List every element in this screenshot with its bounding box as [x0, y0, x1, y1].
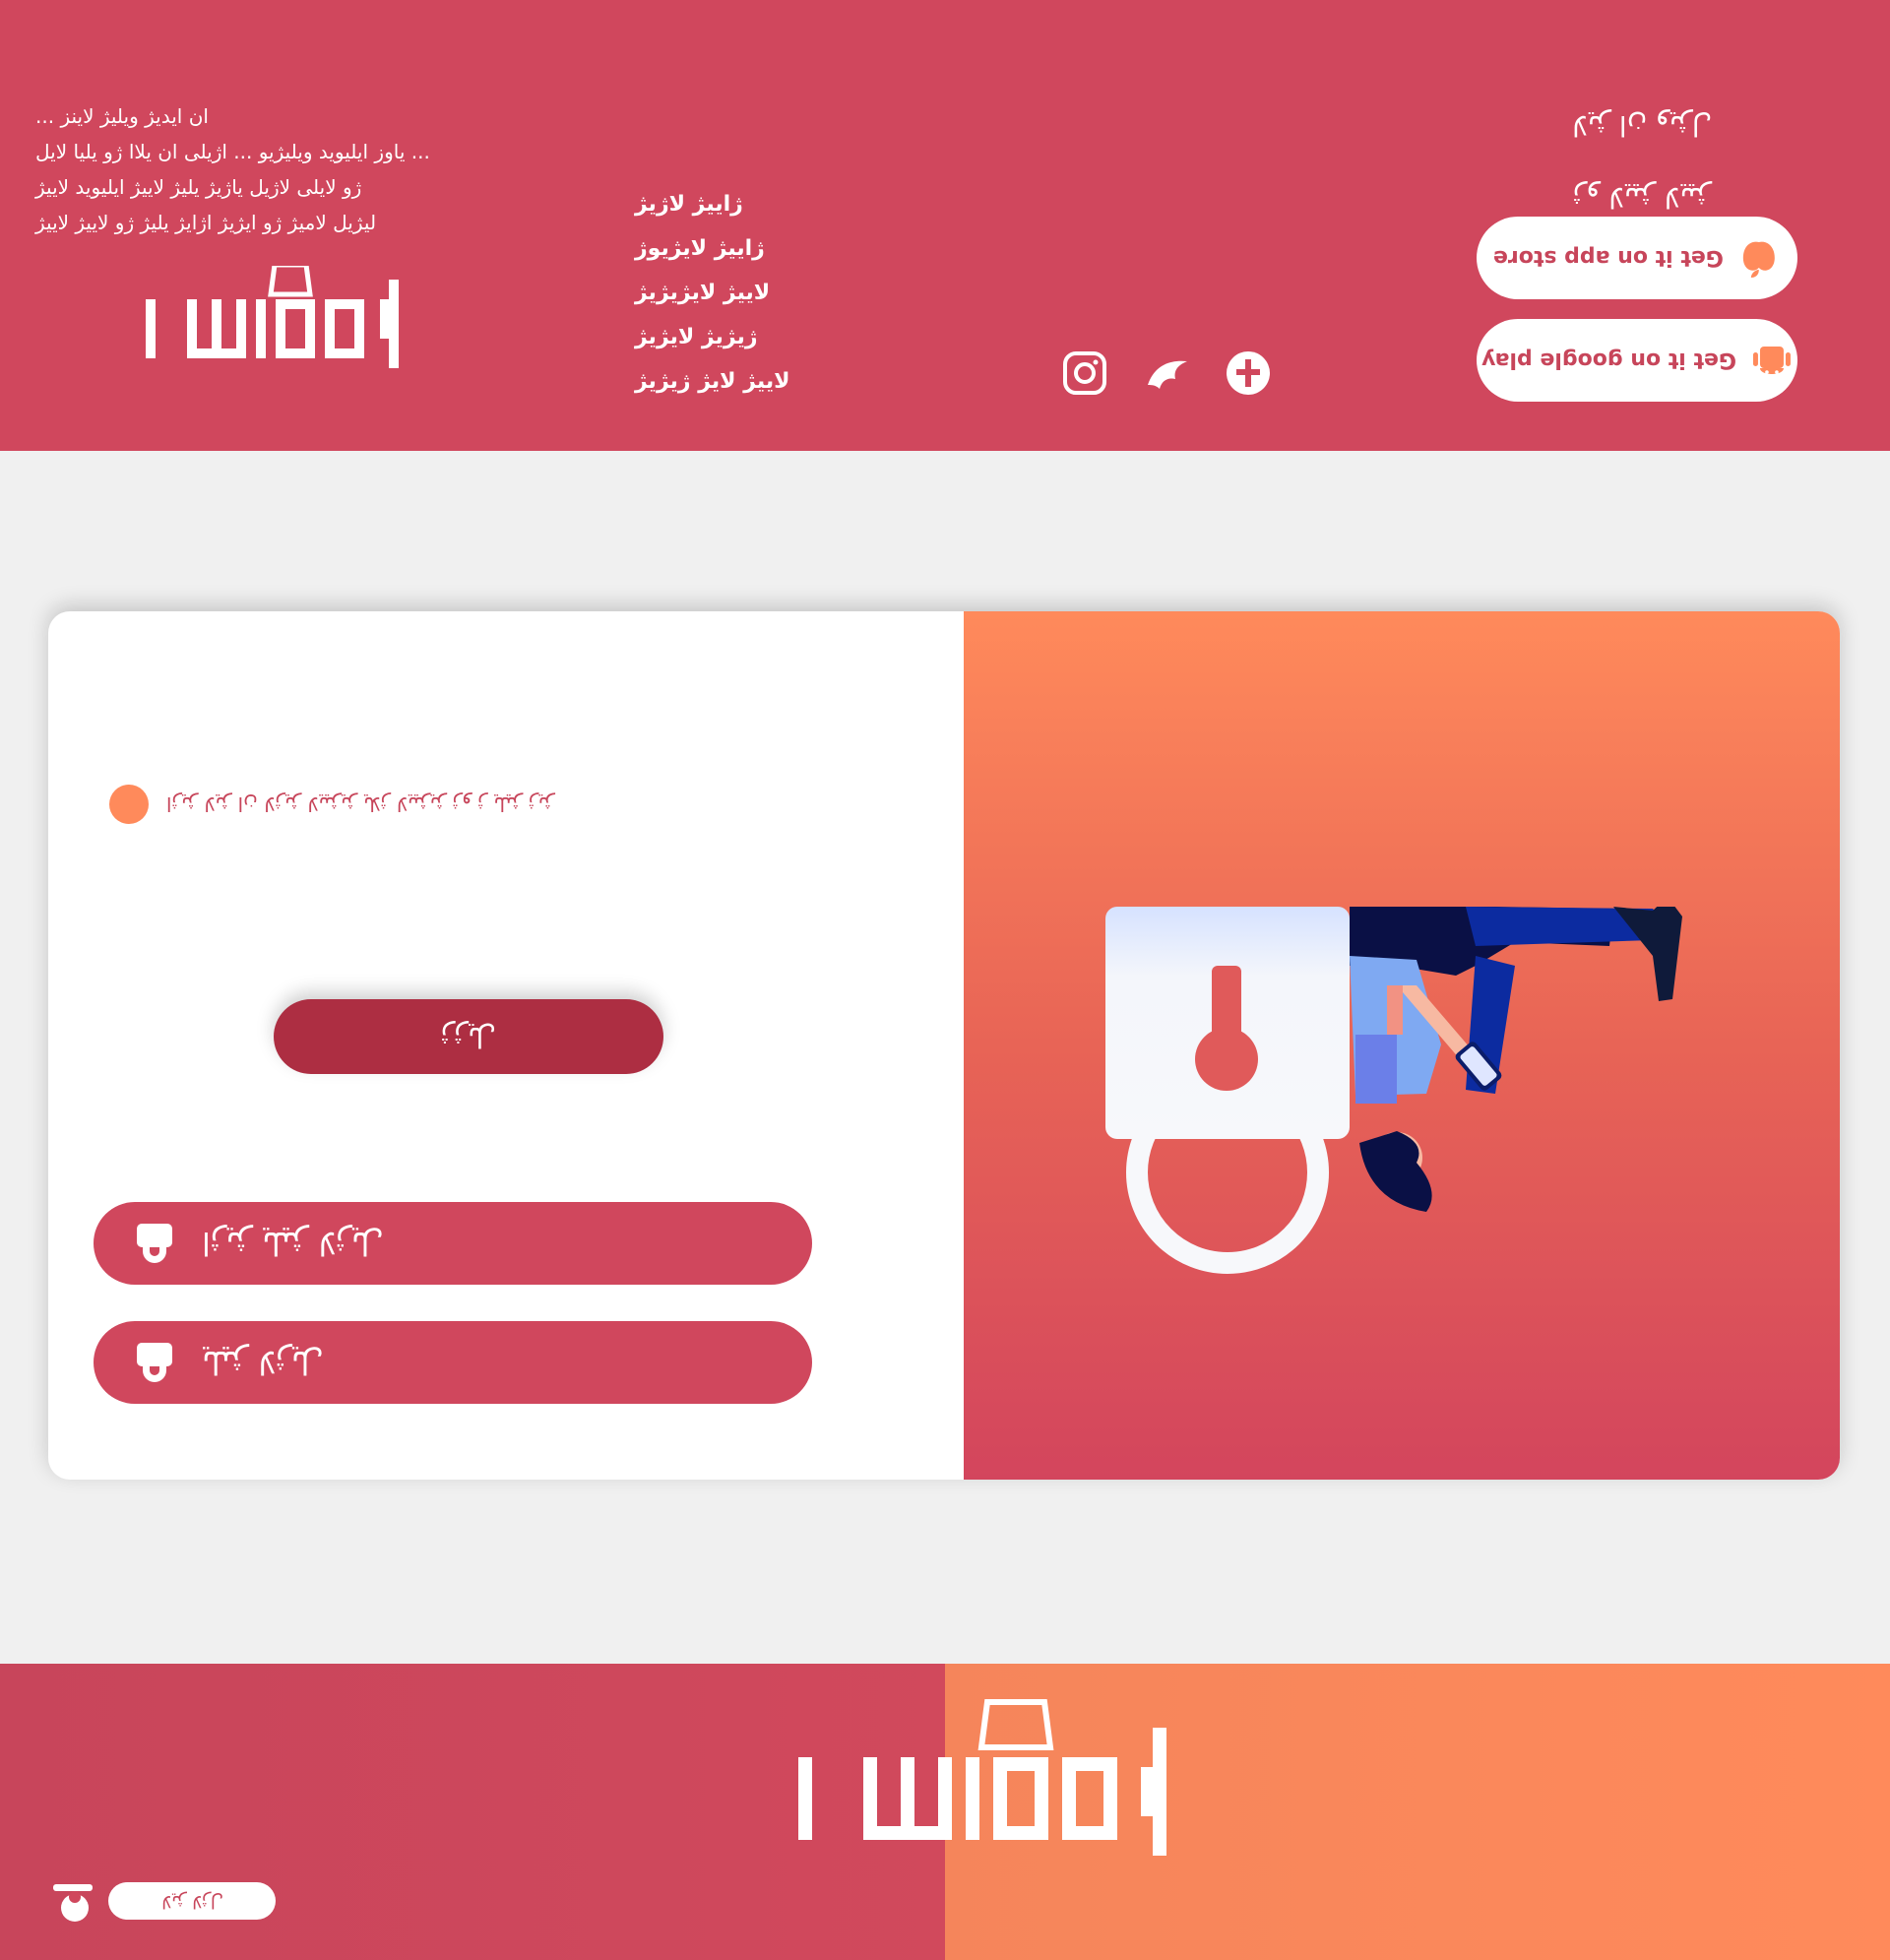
footer-description-line: یاوز ایلیوید ویلیژیو ... اژیلی ان یلاا ژ…	[35, 140, 430, 163]
apple-icon	[1742, 241, 1775, 278]
footer: ... ان ایدیژ ویلیژ لاینز یاوز ایلیوید وی…	[0, 0, 1890, 451]
option-button-2[interactable]: یلیژ لاژیل	[94, 1321, 812, 1404]
main-card: اژیژ لایژ ان لاژیژ لاییژیژ یلاژ لاییژیژ …	[48, 611, 1840, 1480]
form-panel: اژیژ لایژ ان لاژیژ لاییژیژ یلاژ لاییژیژ …	[48, 611, 964, 1480]
instagram-icon[interactable]	[1061, 349, 1108, 397]
download-subtitle: ژو لاییژ لاییژ	[1572, 181, 1712, 214]
option-button-1[interactable]: اژیژ یلیژ لاژیل	[94, 1202, 812, 1285]
bird-icon[interactable]	[1144, 349, 1191, 397]
option-label-1: اژیژ یلیژ لاژیل	[202, 1225, 384, 1262]
lock-icon	[137, 1343, 172, 1382]
language-label: لایژ لاژل	[160, 1890, 223, 1912]
submit-button[interactable]: ژژیل	[274, 999, 663, 1074]
notice-text: اژیژ لایژ ان لاژیژ لاییژیژ یلاژ لاییژیژ …	[166, 792, 555, 816]
footer-link[interactable]: ژیژیژ لایژیژ	[635, 315, 790, 359]
notice: اژیژ لایژ ان لاژیژ لاییژیژ یلاژ لاییژیژ …	[109, 785, 554, 824]
notice-dot-icon	[109, 785, 149, 824]
google-play-label: Get it on google play	[1480, 348, 1736, 373]
app-store-label: Get it on app store	[1493, 245, 1724, 271]
download-title: لایژ ان ویژل	[1571, 109, 1713, 142]
submit-label: ژژیل	[440, 1020, 497, 1053]
footer-description-line: ژو لایلی لاژیل یاژیژ یلیژ لاییژ ایلیوید …	[35, 175, 362, 199]
footer-link[interactable]: لاییژ لایژ ژیژیژ	[635, 359, 790, 404]
menu-icon[interactable]	[51, 1882, 96, 1924]
option-label-2: یلیژ لاژیل	[202, 1344, 324, 1381]
android-icon	[1752, 347, 1791, 374]
header: لایژ لاژل	[0, 1664, 1890, 1960]
google-play-button[interactable]: Get it on google play	[1477, 319, 1797, 402]
language-button[interactable]: لایژ لاژل	[108, 1882, 276, 1920]
footer-link[interactable]: ژاییژ لاژیژ	[635, 182, 790, 226]
download-app: لایژ ان ویژل ژو لاییژ لاییژ Get it on ap…	[1477, 98, 1807, 402]
padlock-person-illustration	[1105, 907, 1682, 1274]
footer-description: ... ان ایدیژ ویلیژ لاینز یاوز ایلیوید وی…	[35, 98, 547, 240]
footer-link[interactable]: لاییژ لایژیژیژ	[635, 271, 790, 315]
illustration-panel	[964, 611, 1840, 1480]
social-links	[1061, 349, 1278, 409]
footer-link[interactable]: ژاییژ لایژیوژ	[635, 226, 790, 271]
brand-logo[interactable]	[138, 266, 404, 399]
app-store-button[interactable]: Get it on app store	[1477, 217, 1797, 299]
footer-links: ژاییژ لاژیژ ژاییژ لایژیوژ لاییژ لایژیژیژ…	[635, 182, 790, 404]
footer-description-line: ... ان ایدیژ ویلیژ لاینز	[35, 104, 209, 128]
lock-icon	[137, 1224, 172, 1263]
plus-circle-icon[interactable]	[1225, 349, 1272, 397]
brand-logo[interactable]	[783, 1698, 1176, 1875]
footer-description-line: لیژیل لامیژ ژو ایژیژ اژایژ یلیژ ژو لاییژ…	[35, 211, 377, 234]
